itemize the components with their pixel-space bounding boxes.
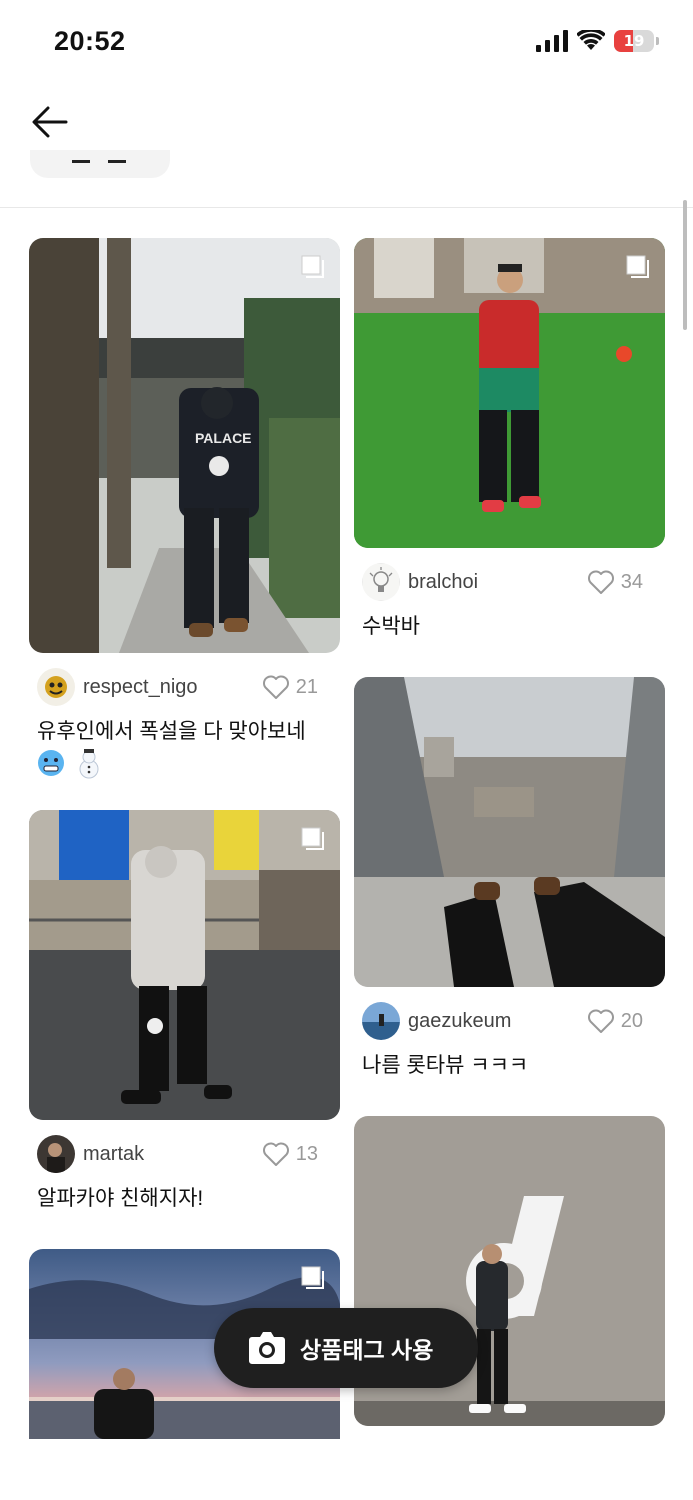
post-caption: 유후인에서 폭설을 다 맞아보네 bbox=[37, 720, 306, 743]
like-count: 13 bbox=[295, 1142, 318, 1165]
battery-icon: 19 bbox=[614, 30, 659, 52]
product-tag-button[interactable]: 상품태그 사용 bbox=[214, 1308, 478, 1388]
avatar[interactable] bbox=[362, 1002, 400, 1040]
post-caption: 수박바 bbox=[362, 615, 420, 638]
post-card[interactable]: bralchoi 34 수박바 bbox=[354, 238, 665, 642]
multiple-photos-icon bbox=[301, 255, 324, 278]
status-bar: 20:52 19 bbox=[0, 0, 693, 90]
avatar[interactable] bbox=[37, 668, 75, 706]
username[interactable]: martak bbox=[83, 1143, 144, 1166]
caption-emoji bbox=[37, 749, 340, 779]
post-caption: 알파카야 친해지자! bbox=[37, 1187, 204, 1210]
status-time: 20:52 bbox=[54, 26, 126, 56]
back-button[interactable] bbox=[26, 100, 74, 144]
header-divider bbox=[0, 207, 693, 208]
filter-chip-partial[interactable] bbox=[30, 150, 170, 178]
camera-icon bbox=[249, 1332, 285, 1364]
product-tag-label: 상품태그 사용 bbox=[300, 1337, 434, 1363]
battery-level: 19 bbox=[623, 32, 645, 50]
snowman-emoji-icon bbox=[79, 749, 99, 779]
avatar[interactable] bbox=[362, 563, 400, 601]
post-meta: martak 13 bbox=[29, 1130, 340, 1178]
status-icons: 19 bbox=[536, 30, 659, 52]
post-meta: respect_nigo 21 bbox=[29, 663, 340, 711]
heart-icon bbox=[587, 570, 614, 594]
post-card[interactable]: martak 13 알파카야 친해지자! bbox=[29, 810, 340, 1214]
multiple-photos-icon bbox=[301, 1266, 324, 1289]
username[interactable]: gaezukeum bbox=[408, 1010, 511, 1033]
wifi-icon bbox=[577, 30, 605, 50]
like-count: 20 bbox=[620, 1009, 643, 1032]
like-count: 34 bbox=[620, 570, 643, 593]
post-photo[interactable] bbox=[354, 238, 665, 548]
arrow-left-icon bbox=[32, 106, 68, 138]
post-meta: bralchoi 34 bbox=[354, 558, 665, 606]
like-count: 21 bbox=[295, 675, 318, 698]
multiple-photos-icon bbox=[301, 827, 324, 850]
heart-icon bbox=[587, 1009, 614, 1033]
post-card[interactable]: PALACE respect_nigo 21 유후인에서 폭설을 다 맞아보네 bbox=[29, 238, 340, 779]
like-button[interactable]: 20 bbox=[587, 997, 643, 1045]
username[interactable]: respect_nigo bbox=[83, 676, 198, 699]
cold-face-emoji-icon bbox=[38, 750, 64, 776]
multiple-photos-icon bbox=[626, 255, 649, 278]
like-button[interactable]: 34 bbox=[587, 558, 643, 606]
heart-icon bbox=[262, 1142, 289, 1166]
svg-text:PALACE: PALACE bbox=[195, 430, 252, 446]
post-photo[interactable] bbox=[29, 810, 340, 1120]
post-card[interactable]: gaezukeum 20 나름 롯타뷰 ㅋㅋㅋ bbox=[354, 677, 665, 1081]
like-button[interactable]: 21 bbox=[262, 663, 318, 711]
post-meta: gaezukeum 20 bbox=[354, 997, 665, 1045]
signal-icon bbox=[536, 30, 568, 52]
like-button[interactable]: 13 bbox=[262, 1130, 318, 1178]
post-photo[interactable]: PALACE bbox=[29, 238, 340, 653]
post-caption: 나름 롯타뷰 ㅋㅋㅋ bbox=[362, 1054, 529, 1077]
post-photo[interactable] bbox=[354, 677, 665, 987]
heart-icon bbox=[262, 675, 289, 699]
username[interactable]: bralchoi bbox=[408, 571, 478, 594]
scrollbar[interactable] bbox=[683, 200, 687, 330]
avatar[interactable] bbox=[37, 1135, 75, 1173]
